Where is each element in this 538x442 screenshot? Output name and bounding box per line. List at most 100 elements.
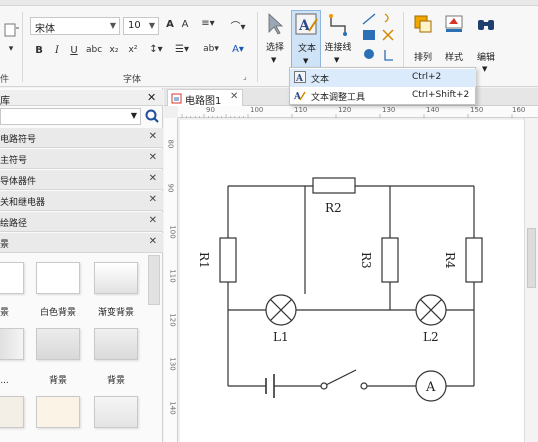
highlight-icon[interactable]: ab▾ <box>198 44 224 54</box>
switch-contact-right <box>360 382 368 390</box>
ruler-tick-label: 80 <box>166 139 175 149</box>
style-button[interactable]: 样式 <box>440 10 468 70</box>
font-name-value: 宋体 <box>35 24 55 35</box>
font-name-select[interactable]: 宋体 ▼ <box>30 17 120 35</box>
battery <box>265 374 275 398</box>
circuit-diagram[interactable]: R2 R1 R3 R4 L1 L2 A <box>180 120 524 442</box>
close-icon[interactable]: ✕ <box>149 173 157 184</box>
format-painter-icon[interactable]: ▾ <box>0 44 22 60</box>
connector-tool-label: 连接线 <box>324 43 352 53</box>
font-size-value: 10 <box>128 20 141 31</box>
dialog-launcher-icon[interactable]: ⌟ <box>243 72 247 81</box>
document-icon <box>171 93 182 104</box>
bold-icon[interactable]: B <box>33 45 45 56</box>
library-section[interactable]: 电路符号 ✕ <box>0 128 163 148</box>
text-tool-button[interactable]: A 文本 ▼ <box>291 10 321 68</box>
wire-branch <box>228 186 474 311</box>
library-section[interactable]: 导体器件 ✕ <box>0 170 163 190</box>
subscript-icon[interactable]: x₂ <box>106 45 122 55</box>
library-header: 库 ✕ <box>0 90 163 107</box>
library-section[interactable]: 绘路径 ✕ <box>0 212 163 232</box>
text-tool-icon: A <box>294 71 306 83</box>
line-spacing-icon[interactable]: ↕▾ <box>146 44 166 55</box>
underline-icon[interactable]: U <box>68 45 80 56</box>
chevron-down-icon: ▼ <box>148 21 155 30</box>
ruler-tick-label: 120 <box>168 313 177 327</box>
close-icon[interactable]: ✕ <box>149 236 157 247</box>
menu-item-text[interactable]: A 文本 Ctrl+2 <box>290 69 476 87</box>
select-tool-button[interactable]: 选择 ▼ <box>263 10 287 70</box>
bullets-icon[interactable]: ☰▾ <box>172 44 192 55</box>
shape-tools-icon <box>362 13 394 61</box>
background-thumbnail[interactable] <box>94 328 138 360</box>
search-icon[interactable] <box>144 108 161 125</box>
background-thumbnail[interactable] <box>36 262 80 294</box>
library-search-input[interactable]: ▼ <box>0 108 141 125</box>
menu-bar-strip <box>0 0 538 6</box>
italic-icon[interactable]: I <box>51 45 63 56</box>
menu-item-label: 文本调整工具 <box>311 93 366 103</box>
chevron-down-icon: ▼ <box>109 21 116 30</box>
background-thumbnail[interactable] <box>36 328 80 360</box>
menu-item-label: 文本 <box>311 75 330 85</box>
text-adjust-icon: A <box>294 91 306 101</box>
svg-text:A: A <box>298 18 311 34</box>
close-icon[interactable]: ✕ <box>230 91 238 102</box>
background-thumbnail[interactable] <box>0 328 24 360</box>
library-section[interactable]: 景 ✕ <box>0 233 163 253</box>
close-icon[interactable]: ✕ <box>147 91 156 104</box>
chevron-down-icon: ▼ <box>271 56 277 64</box>
font-group-label: 字体 <box>123 75 142 85</box>
superscript-icon[interactable]: x² <box>125 45 141 55</box>
close-icon[interactable]: ✕ <box>149 152 157 163</box>
shrink-font-icon[interactable]: A <box>178 19 192 30</box>
paste-icon[interactable] <box>0 22 22 40</box>
label-ammeter: A <box>425 380 436 395</box>
background-thumbnail[interactable] <box>0 262 24 294</box>
separator <box>22 12 23 82</box>
vertical-scrollbar[interactable] <box>524 118 538 442</box>
scrollbar-thumb[interactable] <box>527 228 536 288</box>
library-section[interactable]: 主符号 ✕ <box>0 149 163 169</box>
ruler-tick-label: 130 <box>168 357 177 371</box>
chevron-down-icon: ▼ <box>130 111 137 120</box>
ruler-tick-label: 110 <box>168 269 177 283</box>
arrange-button[interactable]: 排列 <box>409 10 437 70</box>
style-icon <box>445 15 463 32</box>
pointer-icon <box>268 13 284 35</box>
menu-item-shortcut: Ctrl+Shift+2 <box>412 90 470 100</box>
edit-button[interactable]: 编辑 ▼ <box>472 10 500 74</box>
background-thumbnail[interactable] <box>36 396 80 428</box>
font-size-select[interactable]: 10 ▼ <box>123 17 159 35</box>
strikethrough-icon[interactable]: abc <box>86 45 102 55</box>
vertical-ruler: 80 90 100 110 120 130 140 <box>164 118 178 442</box>
ruler-ticks <box>181 114 513 118</box>
connector-tool-button[interactable]: 连接线 ▼ <box>323 10 353 70</box>
arrange-label: 排列 <box>413 53 432 63</box>
label-r1: R1 <box>197 252 211 269</box>
switch-contact-left <box>320 382 328 390</box>
font-color-icon[interactable]: A▾ <box>228 44 248 55</box>
line-shape-icon[interactable]: ⌒▾ <box>226 18 250 33</box>
background-thumbnail[interactable] <box>0 396 24 428</box>
close-icon[interactable]: ✕ <box>149 194 157 205</box>
background-thumbnail[interactable] <box>94 396 138 428</box>
text-tool-menu: A 文本 Ctrl+2 A 文本调整工具 Ctrl+Shift+2 <box>289 67 476 105</box>
label-l1: L1 <box>273 330 289 344</box>
background-thumbnail[interactable] <box>94 262 138 294</box>
shapes-gallery[interactable] <box>359 10 399 66</box>
label-r2: R2 <box>325 201 342 215</box>
document-tab[interactable]: 电路图1 ✕ <box>167 89 243 107</box>
close-icon[interactable]: ✕ <box>149 131 157 142</box>
library-section[interactable]: 关和继电器 ✕ <box>0 191 163 211</box>
align-icon[interactable]: ≡▾ <box>198 18 218 29</box>
close-icon[interactable]: ✕ <box>149 215 157 226</box>
menu-item-text-adjust-tool[interactable]: A 文本调整工具 Ctrl+Shift+2 <box>290 87 476 105</box>
select-tool-label: 选择 <box>265 43 284 53</box>
horizontal-ruler: 90 100 110 120 130 140 150 160 <box>178 106 538 118</box>
grow-font-icon[interactable]: A <box>163 19 177 30</box>
label-r4: R4 <box>443 252 457 269</box>
arrange-icon <box>414 15 432 33</box>
resistor-r3 <box>381 237 399 283</box>
library-scrollbar[interactable] <box>148 255 160 305</box>
